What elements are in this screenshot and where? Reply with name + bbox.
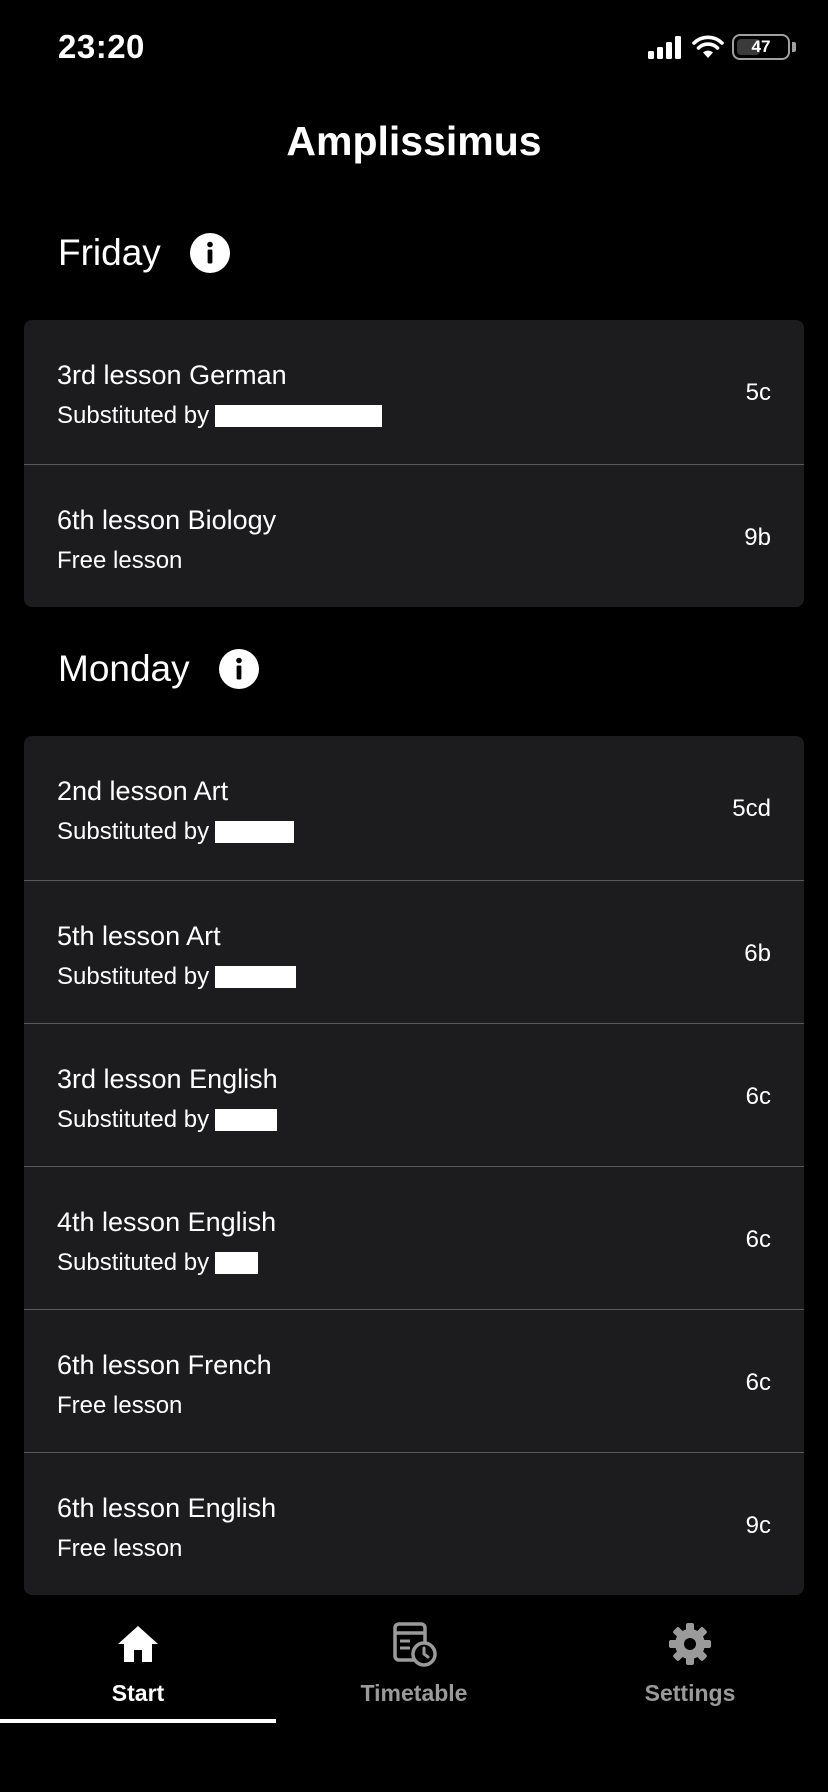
redacted-teacher-name bbox=[215, 1109, 278, 1131]
lesson-status-text: Free lesson bbox=[57, 1392, 183, 1419]
lesson-title: 2nd lesson Art bbox=[57, 776, 229, 806]
day-header-friday: Friday bbox=[58, 232, 230, 274]
lesson-status: Free lesson bbox=[57, 1535, 182, 1563]
substitution-row[interactable]: 3rd lesson English Substituted by 6c bbox=[24, 1023, 804, 1166]
info-icon[interactable] bbox=[189, 233, 230, 273]
class-label: 9b bbox=[744, 524, 771, 551]
lesson-title: 6th lesson French bbox=[57, 1350, 272, 1380]
battery-indicator: 47 bbox=[732, 34, 790, 60]
class-label: 6c bbox=[745, 1083, 771, 1110]
lesson-status-text: Substituted by bbox=[57, 963, 210, 990]
cellular-signal-icon bbox=[648, 36, 681, 59]
day-title: Monday bbox=[58, 648, 190, 689]
class-label: 5c bbox=[745, 379, 771, 406]
class-label: 6c bbox=[745, 1226, 771, 1253]
lesson-status-text: Free lesson bbox=[57, 1535, 183, 1562]
tab-timetable[interactable]: Timetable bbox=[276, 1600, 552, 1730]
tab-start[interactable]: Start bbox=[0, 1600, 276, 1730]
status-bar: 23:20 47 bbox=[0, 0, 828, 100]
lesson-status: Free lesson bbox=[57, 547, 182, 575]
lesson-status: Substituted by bbox=[57, 1106, 278, 1134]
redacted-teacher-name bbox=[215, 821, 295, 843]
class-label: 9c bbox=[745, 1512, 771, 1539]
day-title: Friday bbox=[58, 232, 161, 273]
lesson-status: Substituted by bbox=[57, 963, 297, 991]
status-time: 23:20 bbox=[58, 28, 145, 65]
tab-settings[interactable]: Settings bbox=[552, 1600, 828, 1730]
gear-icon bbox=[669, 1623, 711, 1665]
bottom-tab-bar: Start Timetable Settings bbox=[0, 1600, 828, 1792]
redacted-teacher-name bbox=[215, 405, 383, 427]
tab-label: Start bbox=[111, 1680, 165, 1706]
lesson-status-text: Substituted by bbox=[57, 402, 210, 429]
lesson-status-text: Substituted by bbox=[57, 1249, 210, 1276]
lesson-status: Substituted by bbox=[57, 402, 383, 430]
lesson-status-text: Substituted by bbox=[57, 1106, 210, 1133]
app-title: Amplissimus bbox=[286, 118, 542, 164]
substitution-row[interactable]: 6th lesson French Free lesson 6c bbox=[24, 1309, 804, 1452]
substitution-row[interactable]: 6th lesson Biology Free lesson 9b bbox=[24, 464, 804, 607]
lesson-status: Free lesson bbox=[57, 1392, 182, 1420]
day-header-monday: Monday bbox=[58, 648, 259, 690]
lesson-title: 4th lesson English bbox=[57, 1207, 277, 1237]
timetable-icon bbox=[393, 1622, 437, 1667]
lesson-status: Substituted by bbox=[57, 1249, 259, 1277]
substitution-row[interactable]: 3rd lesson German Substituted by 5c bbox=[24, 320, 804, 464]
battery-percentage: 47 bbox=[751, 37, 771, 56]
lesson-title: 3rd lesson English bbox=[57, 1064, 278, 1094]
redacted-teacher-name bbox=[215, 966, 297, 988]
lesson-status: Substituted by bbox=[57, 818, 295, 846]
home-icon bbox=[118, 1626, 158, 1662]
info-icon[interactable] bbox=[218, 649, 259, 689]
substitution-card-monday: 2nd lesson Art Substituted by 5cd 5th le… bbox=[24, 736, 804, 1595]
lesson-title: 6th lesson Biology bbox=[57, 505, 277, 535]
substitution-row[interactable]: 4th lesson English Substituted by 6c bbox=[24, 1166, 804, 1309]
substitution-row[interactable]: 2nd lesson Art Substituted by 5cd bbox=[24, 736, 804, 880]
substitution-card-friday: 3rd lesson German Substituted by 5c 6th … bbox=[24, 320, 804, 607]
battery-cap bbox=[792, 42, 796, 52]
lesson-status-text: Substituted by bbox=[57, 818, 210, 845]
substitution-row[interactable]: 6th lesson English Free lesson 9c bbox=[24, 1452, 804, 1595]
class-label: 5cd bbox=[732, 795, 771, 822]
redacted-teacher-name bbox=[215, 1252, 259, 1274]
lesson-title: 6th lesson English bbox=[57, 1493, 277, 1523]
class-label: 6c bbox=[745, 1369, 771, 1396]
status-icons: 47 bbox=[648, 34, 796, 60]
lesson-status-text: Free lesson bbox=[57, 547, 183, 574]
class-label: 6b bbox=[744, 940, 771, 967]
active-tab-indicator bbox=[0, 1719, 276, 1723]
wifi-icon bbox=[692, 35, 724, 58]
substitution-row[interactable]: 5th lesson Art Substituted by 6b bbox=[24, 880, 804, 1023]
lesson-title: 5th lesson Art bbox=[57, 921, 221, 951]
tab-label: Settings bbox=[644, 1680, 736, 1706]
tab-label: Timetable bbox=[360, 1680, 468, 1706]
lesson-title: 3rd lesson German bbox=[57, 360, 287, 390]
